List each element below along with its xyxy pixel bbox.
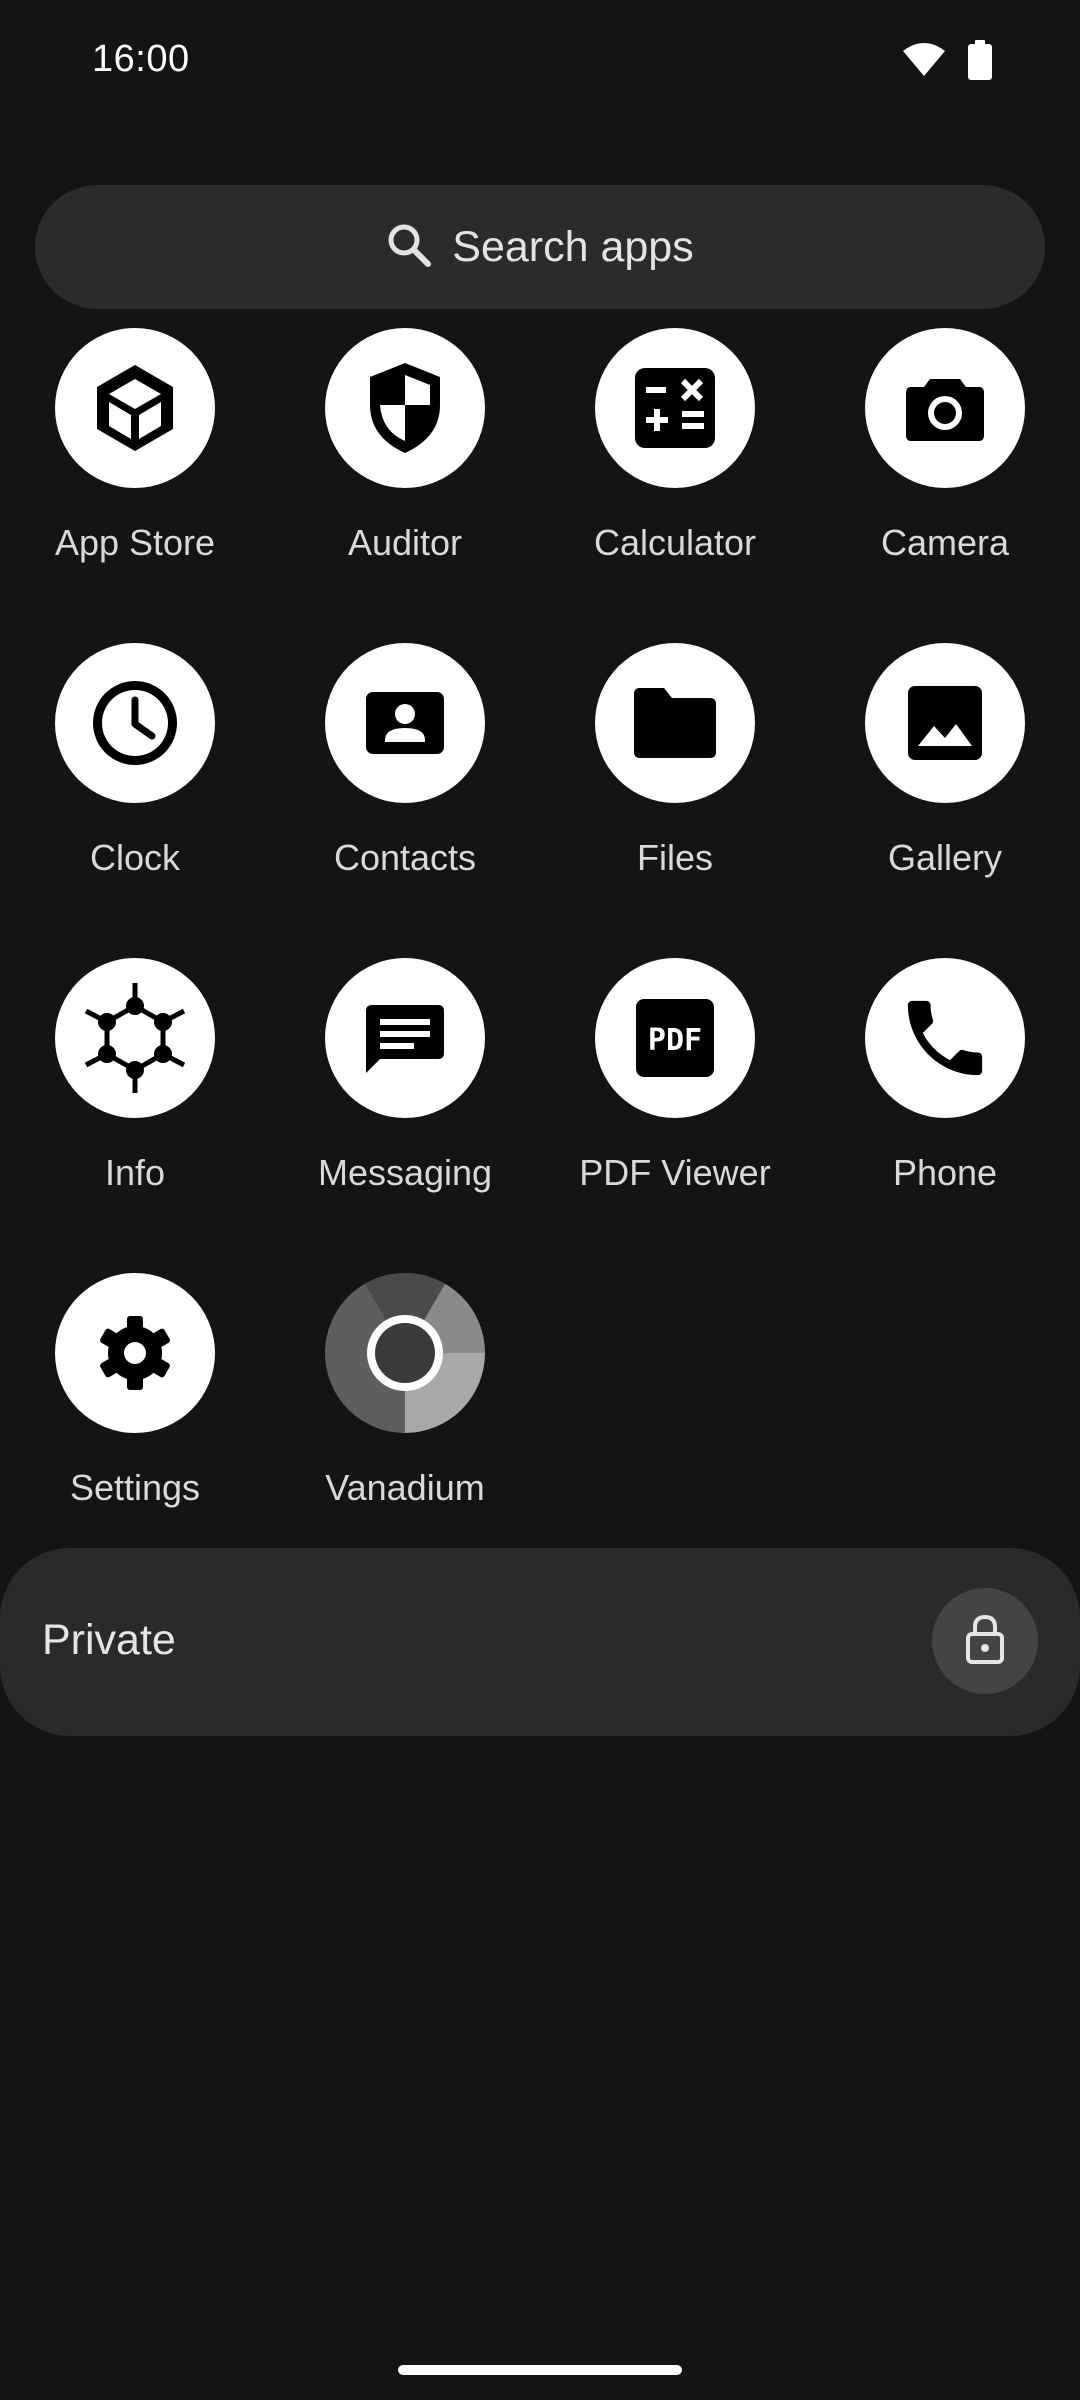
search-placeholder: Search apps (452, 222, 694, 271)
pdf-icon: PDF (595, 958, 755, 1118)
app-label: Calculator (593, 522, 757, 563)
contact-card-icon (325, 643, 485, 803)
private-space-label: Private (42, 1616, 176, 1664)
app-label: Contacts (333, 837, 477, 878)
app-grid: App Store Auditor Calculator Camera Cloc… (0, 328, 1080, 1588)
navigation-handle[interactable] (398, 2365, 682, 2375)
app-messaging[interactable]: Messaging (270, 958, 540, 1273)
app-label: Vanadium (325, 1467, 485, 1508)
app-label: Files (636, 837, 713, 878)
app-label: Clock (89, 837, 181, 878)
app-label: Messaging (317, 1152, 493, 1193)
app-clock[interactable]: Clock (0, 643, 270, 958)
browser-icon (325, 1273, 485, 1433)
app-pdf-viewer[interactable]: PDF PDF Viewer (540, 958, 810, 1273)
camera-icon (865, 328, 1025, 488)
app-info[interactable]: Info (0, 958, 270, 1273)
private-space-panel[interactable]: Private (0, 1548, 1080, 1736)
app-label: Settings (69, 1467, 201, 1508)
app-settings[interactable]: Settings (0, 1273, 270, 1588)
private-space-lock-button[interactable] (932, 1588, 1038, 1694)
app-vanadium[interactable]: Vanadium (270, 1273, 540, 1588)
shield-icon (325, 328, 485, 488)
app-label: App Store (54, 522, 216, 563)
message-icon (325, 958, 485, 1118)
gear-icon (55, 1273, 215, 1433)
app-camera[interactable]: Camera (810, 328, 1080, 643)
app-app-store[interactable]: App Store (0, 328, 270, 643)
app-contacts[interactable]: Contacts (270, 643, 540, 958)
phone-icon (865, 958, 1025, 1118)
wifi-icon (902, 42, 946, 83)
app-label: Info (104, 1152, 166, 1193)
folder-icon (595, 643, 755, 803)
app-label: Auditor (347, 522, 463, 563)
app-label: Gallery (887, 837, 1003, 878)
app-phone[interactable]: Phone (810, 958, 1080, 1273)
app-gallery[interactable]: Gallery (810, 643, 1080, 958)
calculator-icon (595, 328, 755, 488)
status-bar: 16:00 (0, 0, 1080, 120)
app-files[interactable]: Files (540, 643, 810, 958)
svg-text:PDF: PDF (648, 1023, 702, 1058)
status-time: 16:00 (92, 38, 190, 80)
app-auditor[interactable]: Auditor (270, 328, 540, 643)
app-label: Phone (892, 1152, 998, 1193)
hexagon-network-icon (55, 958, 215, 1118)
image-icon (865, 643, 1025, 803)
search-bar[interactable]: Search apps (35, 185, 1045, 309)
app-calculator[interactable]: Calculator (540, 328, 810, 643)
package-icon (55, 328, 215, 488)
clock-icon (55, 643, 215, 803)
app-label: PDF Viewer (579, 1152, 771, 1193)
search-icon (386, 222, 432, 273)
status-icons (902, 40, 992, 85)
app-label: Camera (880, 522, 1010, 563)
battery-icon (968, 40, 992, 85)
lock-icon (963, 1613, 1007, 1670)
